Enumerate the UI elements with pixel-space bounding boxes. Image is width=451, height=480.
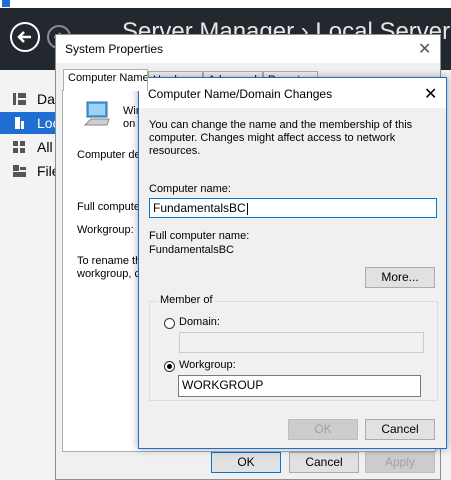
server-icon	[15, 117, 24, 129]
cancel-button[interactable]: Cancel	[365, 419, 435, 440]
computer-name-changes-dialog: Computer Name/Domain Changes ✕ You can c…	[138, 77, 447, 449]
rename-text: To rename thi	[77, 255, 144, 267]
name-changes-titlebar: Computer Name/Domain Changes ✕	[139, 78, 446, 108]
workgroup-input[interactable]: WORKGROUP	[178, 375, 421, 397]
apply-button[interactable]: Apply	[365, 452, 435, 473]
dashboard-icon	[13, 93, 26, 105]
workgroup-label: Workgroup:	[179, 359, 236, 371]
nav-label: All	[37, 139, 53, 155]
ok-button[interactable]: OK	[211, 452, 281, 473]
dialog-title: System Properties	[65, 42, 164, 56]
nav-item-local-server[interactable]: Loc	[0, 112, 60, 134]
domain-radio[interactable]	[164, 318, 175, 329]
close-icon[interactable]: ✕	[424, 84, 437, 104]
file-services-icon	[13, 165, 26, 177]
nav-item-all-servers[interactable]: All	[0, 136, 60, 158]
domain-input[interactable]	[179, 332, 424, 353]
server-manager-titlebar	[0, 0, 451, 8]
arrow-left-icon	[17, 31, 31, 43]
text-caret	[246, 202, 248, 215]
full-computer-label: Full computer	[77, 201, 144, 213]
server-manager-nav: Das Loc All File	[0, 70, 62, 480]
member-of-label: Member of	[158, 294, 215, 306]
more-button[interactable]: More...	[365, 267, 435, 288]
nav-item-dashboard[interactable]: Das	[0, 88, 62, 110]
system-properties-titlebar: System Properties ✕	[56, 35, 440, 63]
tab-computer-name[interactable]: Computer Name	[63, 69, 148, 91]
computer-name-label: Computer name:	[149, 183, 231, 195]
close-icon[interactable]: ✕	[418, 39, 431, 59]
server-manager-app-icon	[2, 0, 10, 7]
workgroup-label: Workgroup:	[77, 224, 134, 236]
full-computer-name-label: Full computer name:	[149, 230, 250, 242]
computer-description-label: Computer des	[77, 149, 147, 161]
rename-text: workgroup, cli	[77, 268, 145, 280]
computer-name-value: FundamentalsBC	[153, 201, 246, 215]
description-text: You can change the name and the membersh…	[149, 119, 413, 157]
full-computer-name-value: FundamentalsBC	[149, 244, 234, 256]
nav-item-file-services[interactable]: File	[0, 160, 60, 182]
cancel-button[interactable]: Cancel	[289, 452, 359, 473]
back-button[interactable]	[10, 22, 40, 52]
computer-icon	[83, 101, 110, 126]
workgroup-radio[interactable]	[164, 361, 175, 372]
computer-name-input[interactable]: FundamentalsBC	[149, 198, 437, 218]
ok-button[interactable]: OK	[288, 419, 358, 440]
servers-icon	[13, 141, 25, 153]
domain-label: Domain:	[179, 316, 220, 328]
dialog-title: Computer Name/Domain Changes	[148, 87, 333, 101]
